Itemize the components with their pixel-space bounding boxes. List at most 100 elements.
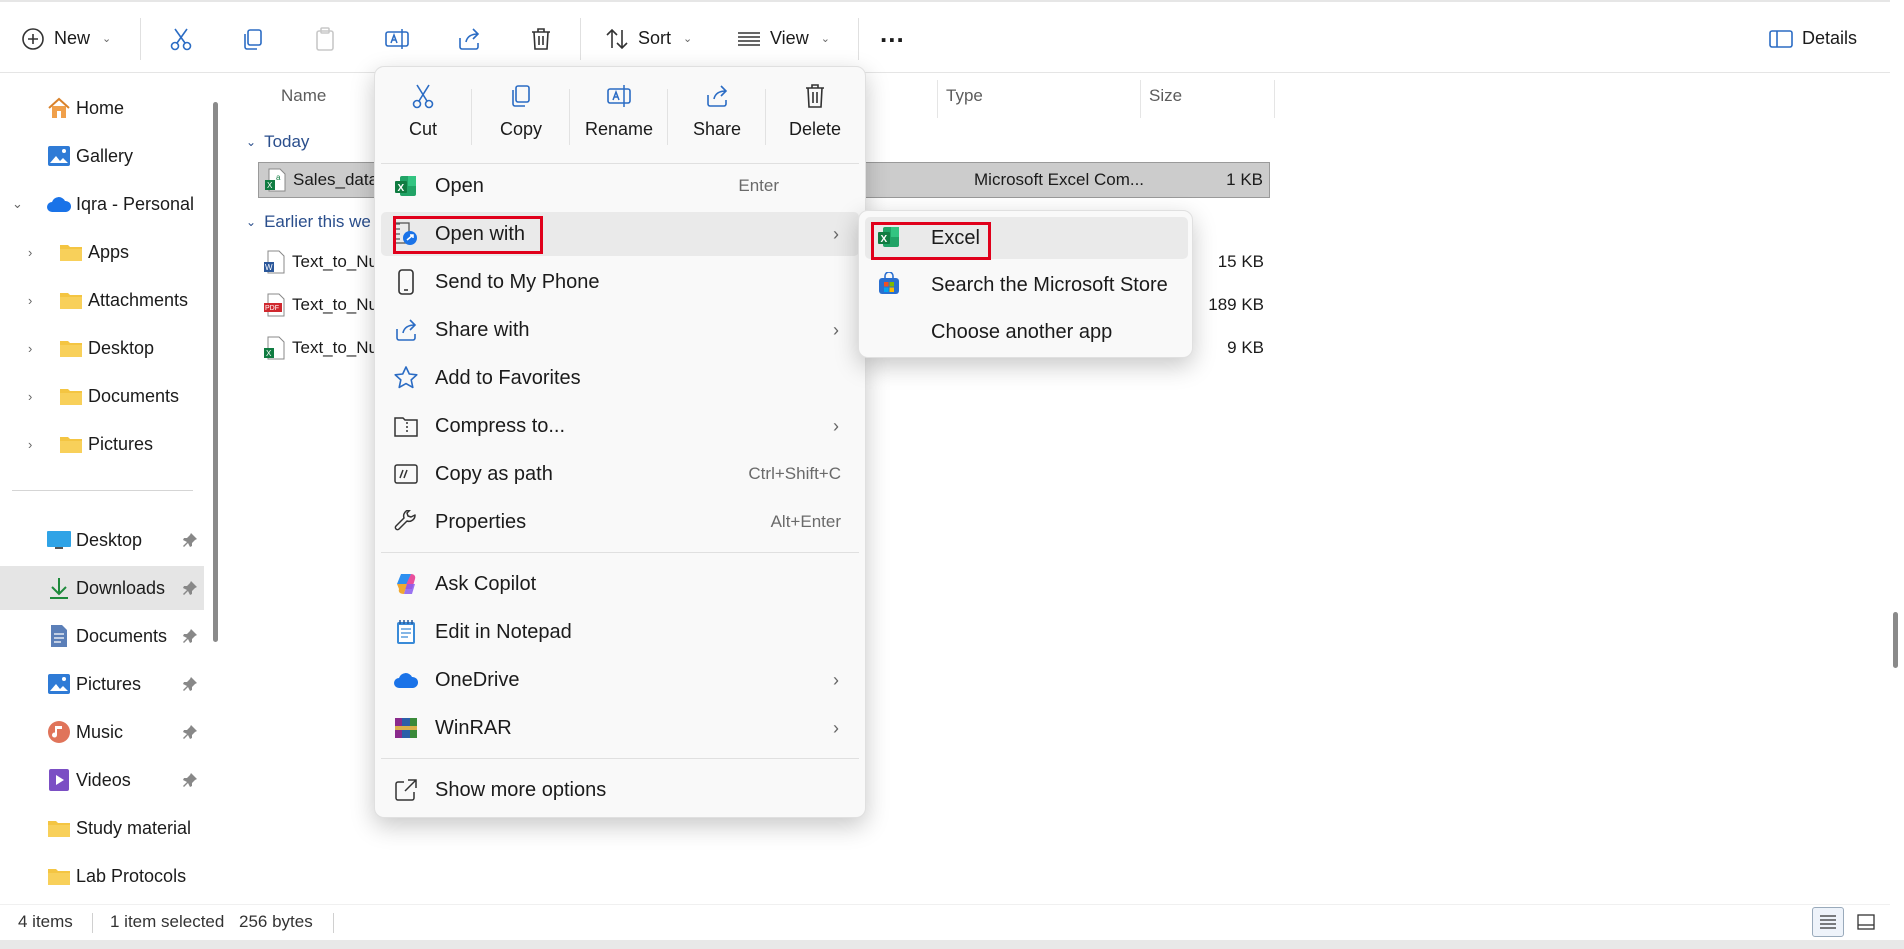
sidebar-item-label: Documents bbox=[76, 625, 168, 646]
pin-icon[interactable] bbox=[182, 580, 198, 596]
sidebar-item-lab-protocols[interactable]: Lab Protocols bbox=[0, 854, 204, 898]
tiles-view-button[interactable] bbox=[1850, 907, 1882, 937]
cut-label: Cut bbox=[408, 119, 437, 139]
sidebar-item-documents-folder[interactable]: › Documents bbox=[0, 374, 204, 418]
menu-item-open-with[interactable]: Open with › bbox=[381, 212, 859, 256]
pin-icon[interactable] bbox=[182, 772, 198, 788]
menu-item-label: Share with bbox=[435, 318, 530, 341]
column-header-size[interactable]: Size bbox=[1149, 86, 1182, 106]
sidebar-item-label: Documents bbox=[88, 385, 180, 406]
delete-button[interactable]: Delete bbox=[767, 81, 863, 151]
chevron-right-icon: › bbox=[28, 388, 33, 404]
sidebar-item-pictures[interactable]: Pictures bbox=[0, 662, 204, 706]
context-menu: Cut Copy Rename Share Delete X Open Ente… bbox=[374, 66, 866, 818]
cut-button[interactable]: Cut bbox=[375, 81, 471, 151]
sidebar-item-home[interactable]: Home bbox=[0, 86, 204, 130]
menu-item-edit-in-notepad[interactable]: Edit in Notepad bbox=[381, 610, 859, 654]
sort-button[interactable]: Sort ⌄ bbox=[604, 2, 692, 75]
sidebar-item-pictures-folder[interactable]: › Pictures bbox=[0, 422, 204, 466]
new-button[interactable]: New ⌄ bbox=[20, 2, 111, 75]
paste-toolbar-button[interactable] bbox=[312, 2, 338, 75]
svg-text:a: a bbox=[276, 173, 281, 182]
copy-button[interactable]: Copy bbox=[473, 81, 569, 151]
menu-item-send-to-phone[interactable]: Send to My Phone bbox=[381, 260, 859, 304]
wrench-icon bbox=[393, 509, 419, 535]
menu-item-onedrive[interactable]: OneDrive › bbox=[381, 658, 859, 702]
share-button[interactable]: Share bbox=[669, 81, 765, 151]
submenu-item-search-store[interactable]: Search the Microsoft Store bbox=[865, 264, 1188, 306]
column-divider[interactable] bbox=[1274, 80, 1275, 118]
menu-item-share-with[interactable]: Share with › bbox=[381, 308, 859, 352]
column-header-name[interactable]: Name bbox=[281, 86, 326, 106]
sidebar-item-desktop-folder[interactable]: › Desktop bbox=[0, 326, 204, 370]
menu-item-ask-copilot[interactable]: Ask Copilot bbox=[381, 562, 859, 606]
details-pane-button[interactable]: Details bbox=[1768, 2, 1857, 75]
menu-item-open[interactable]: X Open Enter bbox=[381, 164, 859, 208]
menu-item-copy-as-path[interactable]: Copy as path Ctrl+Shift+C bbox=[381, 452, 859, 496]
pin-icon[interactable] bbox=[182, 724, 198, 740]
menu-item-label: WinRAR bbox=[435, 716, 512, 739]
status-bar: 4 items 1 item selected 256 bytes bbox=[0, 904, 1890, 937]
column-divider[interactable] bbox=[1140, 80, 1141, 118]
sidebar-item-attachments[interactable]: › Attachments bbox=[0, 278, 204, 322]
menu-item-shortcut: Enter bbox=[738, 176, 779, 195]
sidebar-item-music[interactable]: Music bbox=[0, 710, 204, 754]
see-more-button[interactable]: ... bbox=[880, 2, 905, 75]
view-button[interactable]: View ⌄ bbox=[736, 2, 830, 75]
copy-icon bbox=[240, 26, 266, 52]
documents-icon bbox=[46, 624, 72, 648]
sidebar-item-label: Iqra - Personal bbox=[76, 193, 195, 214]
submenu-item-excel[interactable]: X Excel bbox=[865, 217, 1188, 259]
pin-icon[interactable] bbox=[182, 532, 198, 548]
svg-text:X: X bbox=[881, 234, 888, 245]
share-toolbar-button[interactable] bbox=[456, 2, 482, 75]
file-type: Microsoft Excel Com... bbox=[974, 170, 1145, 189]
cut-toolbar-button[interactable] bbox=[168, 2, 194, 75]
sidebar-item-study-material[interactable]: Study material bbox=[0, 806, 204, 850]
chevron-right-icon: › bbox=[28, 292, 33, 308]
sidebar-item-apps[interactable]: › Apps bbox=[0, 230, 204, 274]
pin-icon[interactable] bbox=[182, 628, 198, 644]
status-divider bbox=[92, 913, 93, 933]
trash-icon bbox=[801, 81, 829, 111]
videos-icon bbox=[46, 768, 72, 792]
rename-icon bbox=[384, 26, 410, 52]
delete-toolbar-button[interactable] bbox=[528, 2, 554, 75]
window-scrollbar[interactable] bbox=[1893, 612, 1898, 668]
rename-button[interactable]: Rename bbox=[571, 81, 667, 151]
sidebar-item-desktop[interactable]: Desktop bbox=[0, 518, 204, 562]
chevron-right-icon: › bbox=[833, 669, 839, 690]
menu-item-winrar[interactable]: WinRAR › bbox=[381, 706, 859, 750]
chevron-right-icon: › bbox=[833, 415, 839, 436]
quick-action-divider bbox=[569, 89, 570, 145]
chevron-right-icon: › bbox=[28, 340, 33, 356]
group-header-today[interactable]: ⌄ Today bbox=[246, 132, 309, 152]
menu-item-label: OneDrive bbox=[435, 668, 520, 691]
sidebar-scrollbar[interactable] bbox=[213, 102, 218, 642]
folder-icon bbox=[46, 816, 72, 840]
sidebar-item-downloads[interactable]: Downloads bbox=[0, 566, 204, 610]
sidebar-divider bbox=[12, 490, 193, 491]
sidebar-item-onedrive-personal[interactable]: ⌄ Iqra - Personal bbox=[0, 182, 204, 226]
star-icon bbox=[393, 365, 419, 391]
copy-toolbar-button[interactable] bbox=[240, 2, 266, 75]
rename-icon bbox=[605, 81, 633, 111]
sidebar-item-gallery[interactable]: Gallery bbox=[0, 134, 204, 178]
menu-item-show-more-options[interactable]: Show more options bbox=[381, 768, 859, 812]
file-name: Text_to_Nu bbox=[292, 295, 378, 314]
group-header-earlier-this-week[interactable]: ⌄ Earlier this we bbox=[246, 212, 371, 232]
pin-icon[interactable] bbox=[182, 676, 198, 692]
window-edge bbox=[0, 940, 1904, 949]
column-divider[interactable] bbox=[937, 80, 938, 118]
menu-item-compress-to[interactable]: Compress to... › bbox=[381, 404, 859, 448]
menu-item-add-to-favorites[interactable]: Add to Favorites bbox=[381, 356, 859, 400]
sidebar-item-documents[interactable]: Documents bbox=[0, 614, 204, 658]
column-header-type[interactable]: Type bbox=[946, 86, 983, 106]
sidebar-item-videos[interactable]: Videos bbox=[0, 758, 204, 802]
submenu-item-choose-another-app[interactable]: Choose another app bbox=[865, 311, 1188, 353]
details-view-button[interactable] bbox=[1812, 907, 1844, 937]
menu-item-label: Send to My Phone bbox=[435, 270, 600, 293]
menu-divider bbox=[381, 552, 859, 553]
rename-toolbar-button[interactable] bbox=[384, 2, 410, 75]
menu-item-properties[interactable]: Properties Alt+Enter bbox=[381, 500, 859, 544]
